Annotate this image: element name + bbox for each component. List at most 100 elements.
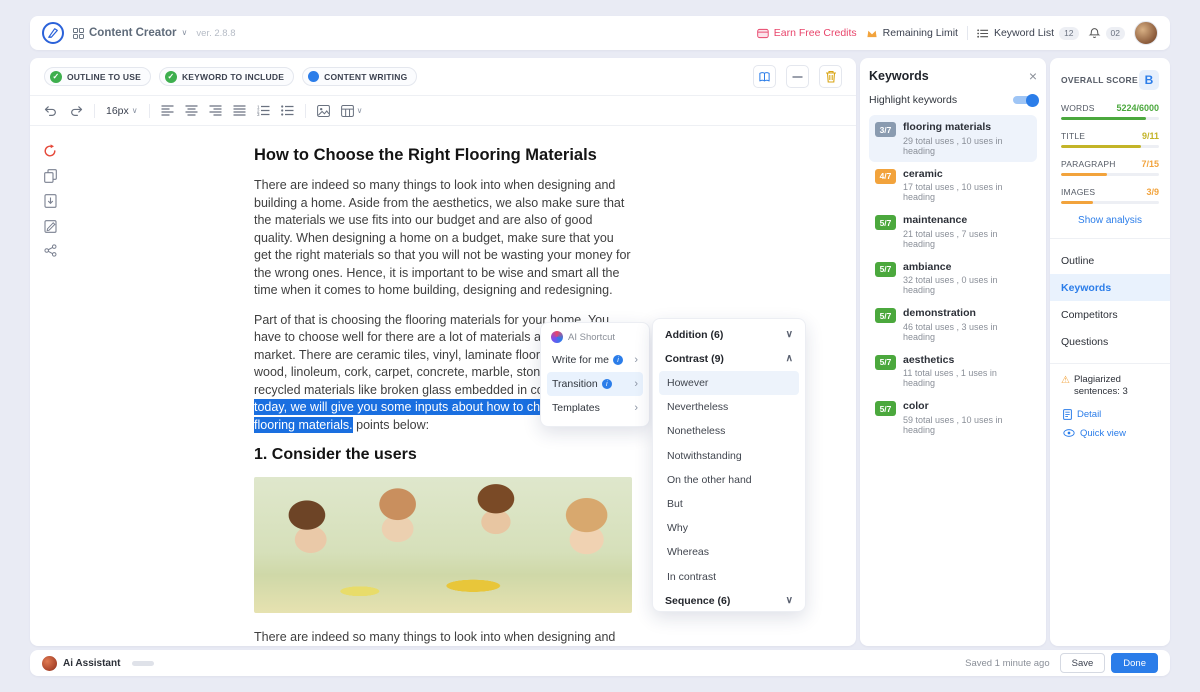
keyword-item[interactable]: 4/7 ceramic17 total uses , 10 uses in he… xyxy=(869,162,1037,209)
keyword-item[interactable]: 5/7 color59 total uses , 10 uses in head… xyxy=(869,394,1037,441)
active-step-icon xyxy=(308,71,319,82)
reading-mode-button[interactable] xyxy=(753,65,776,88)
insert-image-button[interactable] xyxy=(317,105,330,117)
keyword-item[interactable]: 5/7 demonstration46 total uses , 3 uses … xyxy=(869,301,1037,348)
align-center-button[interactable] xyxy=(185,105,198,116)
metric-label: PARAGRAPH xyxy=(1061,159,1116,169)
plagiarism-detail-link[interactable]: Detail xyxy=(1050,405,1170,424)
warning-icon: ⚠ xyxy=(1061,374,1070,387)
top-header: Content Creator ∨ ver. 2.8.8 Earn Free C… xyxy=(30,16,1170,50)
keyword-list-button[interactable]: Keyword List 12 xyxy=(977,27,1079,40)
minimize-button[interactable] xyxy=(786,65,809,88)
toolbar-separator xyxy=(305,104,306,118)
keyword-name: ceramic xyxy=(903,168,1031,180)
chevron-up-icon: ∧ xyxy=(786,354,793,364)
chevron-right-icon: › xyxy=(634,403,638,414)
transition-option[interactable]: In contrast xyxy=(659,565,799,589)
ordered-list-button[interactable]: 123 xyxy=(257,105,270,116)
insert-table-button[interactable]: ∨ xyxy=(341,105,363,117)
delete-button[interactable] xyxy=(819,65,842,88)
transition-submenu: Addition (6) ∨ Contrast (9) ∧ However Ne… xyxy=(652,318,806,612)
menu-item-transition[interactable]: Transition i › xyxy=(547,372,643,396)
keyword-item[interactable]: 3/7 flooring materials29 total uses , 10… xyxy=(869,115,1037,162)
keyword-score-badge: 4/7 xyxy=(875,169,896,184)
edit-note-button[interactable] xyxy=(44,219,57,233)
assistant-drag-handle[interactable] xyxy=(132,661,154,666)
highlight-keywords-toggle[interactable] xyxy=(1013,96,1037,104)
transition-option[interactable]: Notwithstanding xyxy=(659,444,799,468)
transition-option[interactable]: Whereas xyxy=(659,540,799,564)
close-icon[interactable]: × xyxy=(1029,69,1037,83)
share-button[interactable] xyxy=(44,244,57,257)
keyword-item[interactable]: 5/7 aesthetics11 total uses , 1 uses in … xyxy=(869,348,1037,395)
notifications-button[interactable]: 02 xyxy=(1088,27,1125,40)
tab-outline[interactable]: Outline xyxy=(1050,247,1170,274)
overall-score-row: OVERALL SCORE B xyxy=(1061,70,1159,90)
content-writing-badge[interactable]: CONTENT WRITING xyxy=(302,67,417,86)
quick-view-label: Quick view xyxy=(1080,428,1126,439)
editor-toolbar: 16px ∨ 123 xyxy=(30,96,856,126)
remaining-limit-button[interactable]: Remaining Limit xyxy=(866,27,958,39)
saved-status: Saved 1 minute ago xyxy=(965,658,1050,669)
metric-paragraph: PARAGRAPH7/15 xyxy=(1061,159,1159,176)
bullet-list-button[interactable] xyxy=(281,105,294,116)
metric-progress-bar xyxy=(1061,173,1159,176)
undo-button[interactable] xyxy=(44,105,58,117)
document-icon xyxy=(1063,409,1072,420)
transition-option[interactable]: On the other hand xyxy=(659,468,799,492)
menu-item-write-for-me[interactable]: Write for me i › xyxy=(547,348,643,372)
group-addition[interactable]: Addition (6) ∨ xyxy=(653,323,805,347)
transition-option[interactable]: Nevertheless xyxy=(659,395,799,419)
transition-option[interactable]: But xyxy=(659,492,799,516)
keyword-to-include-badge[interactable]: ✓ KEYWORD TO INCLUDE xyxy=(159,67,294,86)
show-analysis-link[interactable]: Show analysis xyxy=(1061,215,1159,226)
align-justify-button[interactable] xyxy=(233,105,246,116)
quick-view-link[interactable]: Quick view xyxy=(1050,424,1170,443)
copy-document-button[interactable] xyxy=(44,169,57,183)
tab-keywords[interactable]: Keywords xyxy=(1050,274,1170,301)
tab-competitors[interactable]: Competitors xyxy=(1050,301,1170,328)
ai-shortcut-title: AI Shortcut xyxy=(568,332,615,343)
keyword-name: demonstration xyxy=(903,307,1031,319)
keyword-stats: 11 total uses , 1 uses in heading xyxy=(903,368,1031,388)
keyword-item[interactable]: 5/7 ambiance32 total uses , 0 uses in he… xyxy=(869,255,1037,302)
reset-history-button[interactable] xyxy=(43,144,57,158)
check-icon: ✓ xyxy=(50,71,62,83)
menu-item-templates[interactable]: Templates › xyxy=(547,396,643,420)
metric-label: TITLE xyxy=(1061,131,1085,141)
align-left-button[interactable] xyxy=(161,105,174,116)
done-button[interactable]: Done xyxy=(1111,653,1158,673)
app-root: Content Creator ∨ ver. 2.8.8 Earn Free C… xyxy=(0,0,1200,692)
user-avatar[interactable] xyxy=(1134,21,1158,45)
redo-button[interactable] xyxy=(69,105,83,117)
chevron-down-icon: ∨ xyxy=(786,330,793,340)
keyword-name: flooring materials xyxy=(903,121,1031,133)
transition-option[interactable]: Nonetheless xyxy=(659,419,799,443)
keyword-item[interactable]: 5/7 maintenance21 total uses , 7 uses in… xyxy=(869,208,1037,255)
export-document-button[interactable] xyxy=(44,194,57,208)
save-button[interactable]: Save xyxy=(1060,653,1106,673)
app-switcher[interactable]: Content Creator ∨ xyxy=(73,27,187,39)
detail-label: Detail xyxy=(1077,409,1101,420)
info-icon: i xyxy=(613,355,623,365)
earn-credits-button[interactable]: Earn Free Credits xyxy=(757,27,857,39)
tab-questions[interactable]: Questions xyxy=(1050,328,1170,355)
info-icon: i xyxy=(602,379,612,389)
app-name: Content Creator xyxy=(89,27,177,39)
outline-to-use-badge[interactable]: ✓ OUTLINE TO USE xyxy=(44,67,151,86)
keyword-stats: 46 total uses , 3 uses in heading xyxy=(903,322,1031,342)
plagiarized-status: ⚠ Plagiarized sentences: 3 xyxy=(1050,372,1170,405)
undo-icon xyxy=(44,105,58,117)
align-right-button[interactable] xyxy=(209,105,222,116)
transition-option[interactable]: Why xyxy=(659,516,799,540)
outline-to-use-label: OUTLINE TO USE xyxy=(67,72,141,82)
metric-label: WORDS xyxy=(1061,103,1095,113)
metric-label: IMAGES xyxy=(1061,187,1095,197)
metric-progress-bar xyxy=(1061,201,1159,204)
font-size-select[interactable]: 16px ∨ xyxy=(106,105,138,117)
transition-option[interactable]: However xyxy=(659,371,799,395)
group-sequence[interactable]: Sequence (6) ∨ xyxy=(653,589,805,612)
chevron-down-icon: ∨ xyxy=(182,29,188,37)
group-contrast[interactable]: Contrast (9) ∧ xyxy=(653,347,805,371)
ai-shortcut-menu: AI Shortcut Write for me i › Transition … xyxy=(540,322,650,427)
